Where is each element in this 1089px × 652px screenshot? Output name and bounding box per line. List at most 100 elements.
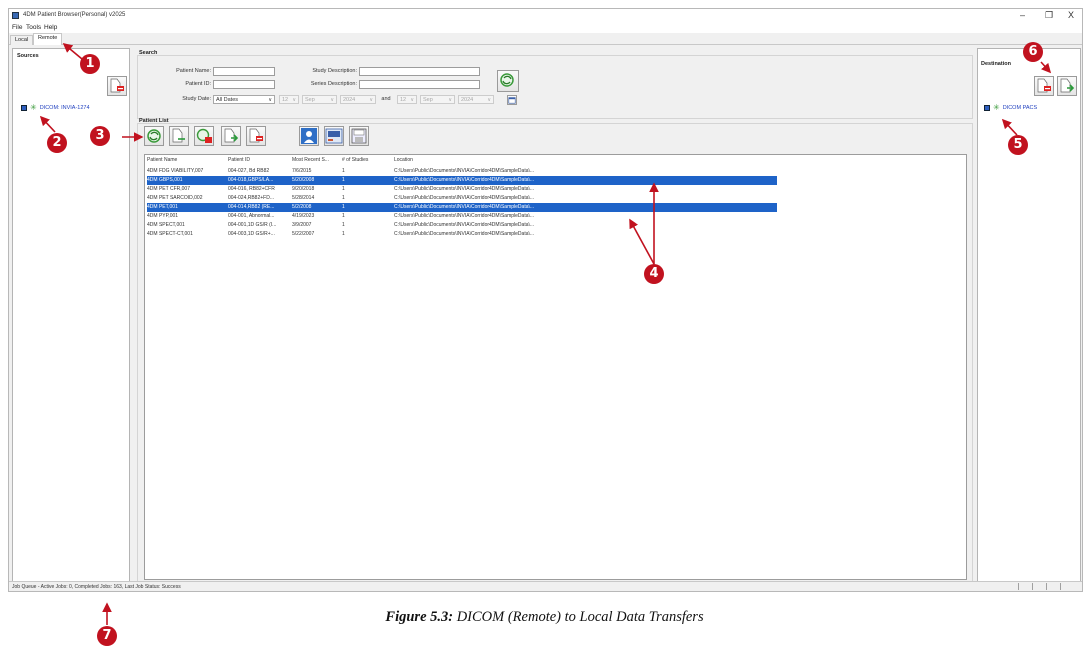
status-pane <box>1018 583 1032 590</box>
cell-date: 4/19/2023 <box>292 213 315 219</box>
figure-caption: Figure 5.3: DICOM (Remote) to Local Data… <box>0 609 1089 626</box>
cell-id: 004-014,RB82 (RE... <box>228 204 275 210</box>
window-title: 4DM Patient Browser(Personal) v2025 <box>23 12 126 18</box>
patient-row[interactable]: 4DM PET SARCOID,002 004-024,RB82+FD... 5/2… <box>147 194 777 203</box>
destination-title: Destination <box>981 61 1011 67</box>
retrieve-file-icon <box>172 128 185 143</box>
cell-id: 004-001,1D GS/R (I... <box>228 222 277 228</box>
source-item-dicom-invia[interactable]: ✳ DICOM: INVIA-1274 <box>21 104 90 112</box>
cell-name: 4DM PET,001 <box>147 204 178 210</box>
source-item-label: DICOM: INVIA-1274 <box>39 105 90 111</box>
patient-row[interactable]: 4DM SPECT,001 004-001,1D GS/R (I... 3/9/20… <box>147 221 777 230</box>
cell-location: C:\Users\Public\Documents\INVIA\Corridor… <box>394 204 535 210</box>
study-description-input[interactable] <box>359 67 480 76</box>
refresh-delete-icon <box>196 128 212 143</box>
cell-date: 7/6/2015 <box>292 168 312 174</box>
sources-panel: Sources ✳ DICOM: INVIA-1274 <box>12 48 130 582</box>
annotation-badge-2: 2 <box>47 133 67 153</box>
cell-studies: 1 <box>342 195 345 201</box>
column-study-count[interactable]: # of Studies <box>342 157 390 163</box>
patient-name-input[interactable] <box>213 67 275 76</box>
column-patient-id[interactable]: Patient ID <box>228 157 290 163</box>
cell-studies: 1 <box>342 204 345 210</box>
delete-refresh-button[interactable] <box>194 126 214 146</box>
add-node-icon <box>1060 78 1075 93</box>
from-year-select[interactable]: 2024 ∨ <box>340 95 376 104</box>
export-button[interactable] <box>349 126 369 146</box>
patient-info-button[interactable] <box>299 126 319 146</box>
remove-node-icon <box>1037 78 1051 93</box>
add-destination-button[interactable] <box>1057 76 1077 96</box>
patient-row[interactable]: 4DM SPECT-CT,001 004-003,1D GS/R+... 5/22/… <box>147 230 777 239</box>
annotation-badge-1: 1 <box>80 54 100 74</box>
cell-id: 004-016, RB82+CFR <box>228 186 275 192</box>
patient-id-label: Patient ID: <box>185 81 211 87</box>
menu-help[interactable]: Help <box>44 24 57 31</box>
to-year-select[interactable]: 2024 ∨ <box>458 95 494 104</box>
calendar-button[interactable] <box>507 95 517 105</box>
retrieve-button[interactable] <box>169 126 189 146</box>
cell-name: 4DM SPECT,001 <box>147 222 185 228</box>
status-bar: Job Queue - Active Jobs: 0, Completed Jo… <box>9 581 1082 591</box>
node-checkbox[interactable] <box>984 105 990 111</box>
tab-local[interactable]: Local <box>10 35 34 45</box>
refresh-list-button[interactable] <box>144 126 164 146</box>
column-location[interactable]: Location <box>394 157 594 163</box>
send-button[interactable] <box>221 126 241 146</box>
calendar-icon <box>508 97 516 104</box>
figure-caption-text: DICOM (Remote) to Local Data Transfers <box>456 609 704 625</box>
remove-source-button[interactable] <box>107 76 127 96</box>
cell-name: 4DM PYP,001 <box>147 213 179 219</box>
cell-studies: 1 <box>342 177 345 183</box>
patient-row[interactable]: 4DM GBPS,001 004-018,GBPS/LA... 5/20/2008 1… <box>147 176 777 185</box>
series-description-input[interactable] <box>359 80 480 89</box>
patient-row[interactable]: 4DM PYP,001 004-001, Abnormal... 4/19/2023… <box>147 212 777 221</box>
dicom-node-icon: ✳ <box>993 103 1000 112</box>
column-most-recent[interactable]: Most Recent S... <box>292 157 339 163</box>
patient-id-input[interactable] <box>213 80 275 89</box>
cell-studies: 1 <box>342 213 345 219</box>
job-queue-status: Job Queue - Active Jobs: 0, Completed Jo… <box>12 584 181 590</box>
delete-button[interactable] <box>246 126 266 146</box>
close-button[interactable]: X <box>1068 10 1074 20</box>
tab-remote[interactable]: Remote <box>33 33 63 45</box>
patient-row[interactable]: 4DM PET CFR,007 004-016, RB82+CFR 9/20/201… <box>147 185 777 194</box>
refresh-icon <box>147 129 161 143</box>
patient-row[interactable]: 4DM FDG VIABILITY,007 004-027, Bd RB82 7/6… <box>147 167 777 176</box>
annotation-badge-6: 6 <box>1023 42 1043 62</box>
image-view-button[interactable] <box>324 126 344 146</box>
from-month-select[interactable]: Sep ∨ <box>302 95 337 104</box>
tab-strip: Local Remote <box>9 33 1082 45</box>
cell-studies: 1 <box>342 222 345 228</box>
cell-name: 4DM GBPS,001 <box>147 177 183 183</box>
annotation-badge-4: 4 <box>644 264 664 284</box>
search-refresh-button[interactable] <box>497 70 519 92</box>
cell-location: C:\Users\Public\Documents\INVIA\Corridor… <box>394 177 535 183</box>
cell-id: 004-027, Bd RB82 <box>228 168 270 174</box>
menu-file[interactable]: File <box>12 24 22 31</box>
patient-browser-window: 4DM Patient Browser(Personal) v2025 – ❐ … <box>8 8 1083 592</box>
cell-date: 5/28/2014 <box>292 195 315 201</box>
minimize-button[interactable]: – <box>1020 10 1025 20</box>
cell-studies: 1 <box>342 186 345 192</box>
patient-list-table[interactable]: Patient Name Patient ID Most Recent S...… <box>144 154 967 580</box>
menu-tools[interactable]: Tools <box>26 24 41 31</box>
from-day-select[interactable]: 12 ∨ <box>279 95 299 104</box>
study-date-label: Study Date: <box>182 96 211 102</box>
column-patient-name[interactable]: Patient Name <box>147 157 227 163</box>
menu-bar: File Tools Help <box>9 23 1082 33</box>
to-month-select[interactable]: Sep ∨ <box>420 95 455 104</box>
to-day-select[interactable]: 12 ∨ <box>397 95 417 104</box>
image-grid-icon <box>325 128 343 144</box>
node-checkbox[interactable] <box>21 105 27 111</box>
chevron-down-icon: ∨ <box>268 97 272 103</box>
patient-list-header: Patient Name Patient ID Most Recent S...… <box>145 155 966 165</box>
destination-panel: Destination ✳ DICOM PACS <box>977 48 1081 582</box>
destination-item-dicom-pacs[interactable]: ✳ DICOM PACS <box>984 103 1037 112</box>
maximize-button[interactable]: ❐ <box>1045 10 1053 21</box>
patient-row[interactable]: 4DM PET,001 004-014,RB82 (RE... 5/2/2008 1 C… <box>147 203 777 212</box>
remove-destination-button[interactable] <box>1034 76 1054 96</box>
cell-location: C:\Users\Public\Documents\INVIA\Corridor… <box>394 222 535 228</box>
date-mode-select[interactable]: All Dates ∨ <box>213 95 275 104</box>
delete-file-icon <box>249 128 263 143</box>
